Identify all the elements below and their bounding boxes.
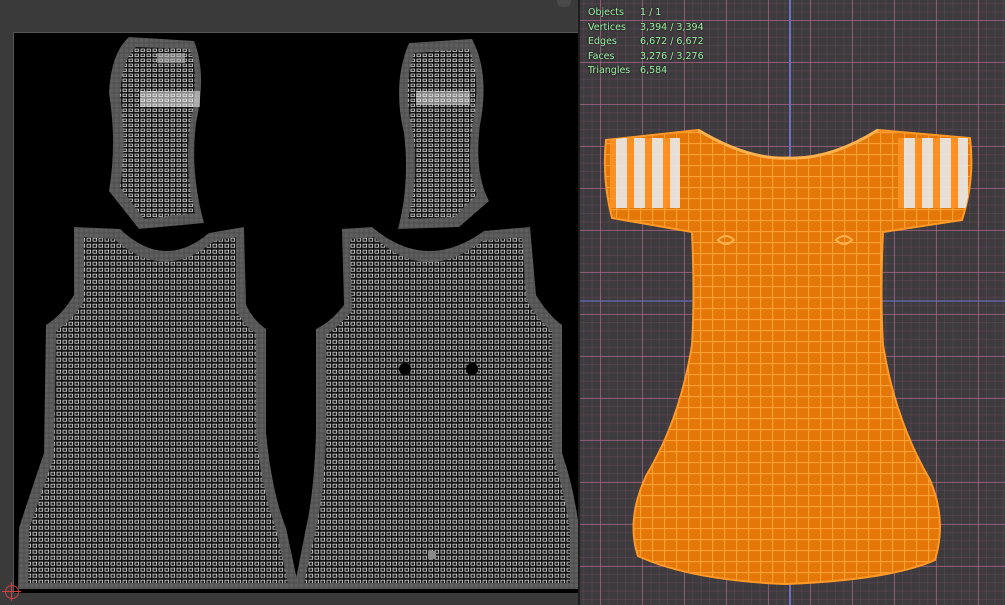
uv-islands[interactable] [14,33,578,593]
3d-viewport[interactable]: Objects 1 / 1 Vertices 3,394 / 3,394 Edg… [580,0,1005,605]
stat-value: 3,276 / 3,276 [640,50,704,62]
dress-mesh[interactable] [580,0,1005,605]
stat-label: Objects [588,7,624,18]
sleeve-left-stripes [610,138,680,208]
stat-edges: Edges 6,672 / 6,672 [588,35,704,50]
stat-value: 6,584 [640,65,668,77]
stat-triangles: Triangles 6,584 [588,64,704,79]
stat-faces: Faces 3,276 / 3,276 [588,50,704,65]
uv-editor[interactable] [0,0,578,605]
stat-label: Faces [588,50,615,62]
stat-vertices: Vertices 3,394 / 3,394 [588,21,704,36]
dress-mesh-body[interactable] [603,128,973,586]
stat-label: Triangles [588,65,631,77]
stat-label: Vertices [588,21,626,33]
sleeve-right-stripes [898,138,968,208]
window-corner-icon[interactable] [557,0,571,7]
uv-island-sleeve-left[interactable] [109,37,204,229]
stat-value: 3,394 / 3,394 [640,21,704,33]
uv-canvas[interactable] [13,32,578,593]
uv-island-dress-front[interactable] [18,227,299,589]
uv-island-sleeve-right[interactable] [398,39,489,229]
cursor-icon[interactable] [2,582,21,601]
stat-objects: Objects 1 / 1 [588,6,704,21]
uv-island-dress-back[interactable] [294,227,578,589]
stat-value: 1 / 1 [640,7,662,18]
stat-value: 6,672 / 6,672 [640,36,704,48]
stat-label: Edges [588,36,617,48]
scene-statistics: Objects 1 / 1 Vertices 3,394 / 3,394 Edg… [588,6,704,79]
